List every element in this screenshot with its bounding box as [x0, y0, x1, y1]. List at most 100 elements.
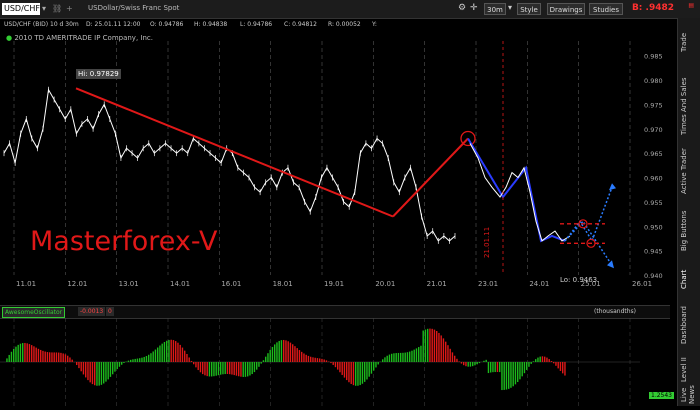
style-button[interactable]: Style: [517, 3, 541, 15]
settings-icon[interactable]: ⚙: [458, 3, 466, 13]
oscillator-bar: [191, 361, 192, 362]
plus-icon[interactable]: +: [66, 4, 73, 13]
tab-active-trader[interactable]: Active Trader: [680, 144, 698, 198]
oscillator-bar: [6, 358, 7, 362]
x-tick-label: 14.01: [170, 280, 190, 288]
oscillator-bar: [461, 362, 462, 364]
oscillator-panel[interactable]: [0, 318, 670, 406]
oscillator-bar: [382, 359, 383, 362]
oscillator-bar: [366, 362, 367, 379]
oscillator-header: AwesomeOscillator -0.0013 0 (thousandths…: [0, 305, 670, 319]
oscillator-bar: [227, 362, 228, 374]
oscillator-bar: [497, 362, 498, 372]
oscillator-bar: [45, 352, 46, 362]
oscillator-bar: [434, 330, 435, 362]
oscillator-bar: [297, 348, 298, 362]
oscillator-bar: [247, 362, 248, 376]
chevron-down-icon[interactable]: ▾: [508, 3, 512, 12]
oscillator-bar: [270, 350, 271, 362]
oscillator-bar: [171, 340, 172, 362]
crosshair-icon[interactable]: ✛: [470, 3, 478, 13]
oscillator-bar: [65, 354, 66, 362]
oscillator-bar: [353, 362, 354, 385]
oscillator-bar: [166, 341, 167, 362]
price-line: [4, 90, 455, 241]
oscillator-bar: [38, 349, 39, 362]
chevron-down-icon[interactable]: ▾: [42, 4, 46, 13]
oscillator-bar: [175, 341, 176, 362]
oscillator-bar: [281, 340, 282, 362]
oscillator-bar: [501, 362, 502, 390]
oscillator-bar: [83, 362, 84, 374]
studies-button[interactable]: Studies: [589, 3, 623, 15]
x-tick-label: 24.01: [529, 280, 549, 288]
oscillator-bar: [153, 351, 154, 362]
oscillator-bar: [378, 362, 379, 364]
oscillator-bar: [495, 362, 496, 372]
oscillator-bar: [535, 359, 536, 362]
oscillator-bar: [414, 350, 415, 362]
oscillator-bar: [9, 355, 10, 362]
oscillator-bar: [355, 362, 356, 386]
oscillator-bar: [555, 362, 556, 366]
oscillator-bar: [67, 356, 68, 362]
tab-times-and-sales[interactable]: Times And Sales: [680, 74, 698, 138]
oscillator-bar: [243, 362, 244, 377]
menu-icon[interactable]: ▤: [688, 2, 694, 9]
timeframe-button[interactable]: 30m: [484, 3, 506, 15]
oscillator-bar: [468, 362, 469, 367]
oscillator-bar: [472, 362, 473, 366]
tab-big-buttons[interactable]: Big Buttons: [680, 206, 698, 256]
oscillator-bar: [562, 362, 563, 373]
oscillator-svg[interactable]: [0, 318, 670, 406]
oscillator-bar: [409, 352, 410, 362]
oscillator-bar: [373, 362, 374, 371]
tab-trade[interactable]: Trade: [680, 24, 698, 60]
bar-low: L: 0.94786: [240, 19, 272, 31]
oscillator-bar: [159, 346, 160, 362]
oscillator-bar: [508, 362, 509, 389]
oscillator-bar: [141, 358, 142, 362]
oscillator-bar: [400, 353, 401, 362]
oscillator-right-value: 1.2543: [649, 392, 674, 399]
oscillator-bar: [238, 362, 239, 376]
oscillator-bar: [441, 335, 442, 362]
oscillator-bar: [436, 331, 437, 362]
oscillator-bar: [551, 361, 552, 362]
tab-dashboard[interactable]: Dashboard: [680, 302, 698, 348]
tab-chart[interactable]: Chart: [680, 264, 698, 294]
bar-date: D: 25.01.11 12:00: [86, 19, 140, 31]
oscillator-bar: [290, 343, 291, 362]
oscillator-bar: [499, 362, 500, 372]
link-icon[interactable]: ⛓: [52, 4, 62, 13]
drawings-button[interactable]: Drawings: [547, 3, 585, 15]
oscillator-bar: [283, 340, 284, 362]
y-tick-label: 0.975: [644, 101, 663, 109]
oscillator-bar: [56, 352, 57, 362]
oscillator-bar: [24, 343, 25, 362]
y-tick-label: 0.955: [644, 199, 663, 207]
oscillator-bar: [510, 362, 511, 388]
oscillator-bar: [267, 353, 268, 362]
oscillator-bar: [211, 362, 212, 376]
oscillator-bar: [36, 348, 37, 362]
tab-level-ii[interactable]: Level II: [680, 356, 698, 384]
oscillator-bar: [319, 358, 320, 362]
tab-live-news[interactable]: Live News: [680, 386, 698, 404]
oscillator-bar: [420, 346, 421, 362]
oscillator-bar: [150, 353, 151, 362]
oscillator-bar: [90, 362, 91, 382]
oscillator-bar: [182, 348, 183, 362]
oscillator-bar: [443, 338, 444, 362]
oscillator-bar: [78, 362, 79, 368]
oscillator-bar: [101, 362, 102, 385]
oscillator-bar: [405, 353, 406, 362]
oscillator-bar: [218, 362, 219, 375]
oscillator-name[interactable]: AwesomeOscillator: [2, 307, 65, 318]
oscillator-bar: [360, 362, 361, 385]
oscillator-bar: [139, 358, 140, 362]
oscillator-bar: [432, 329, 433, 362]
oscillator-bar: [279, 341, 280, 362]
y-tick-label: 0.970: [644, 126, 663, 134]
symbol-input[interactable]: USD/CHF: [2, 3, 40, 15]
